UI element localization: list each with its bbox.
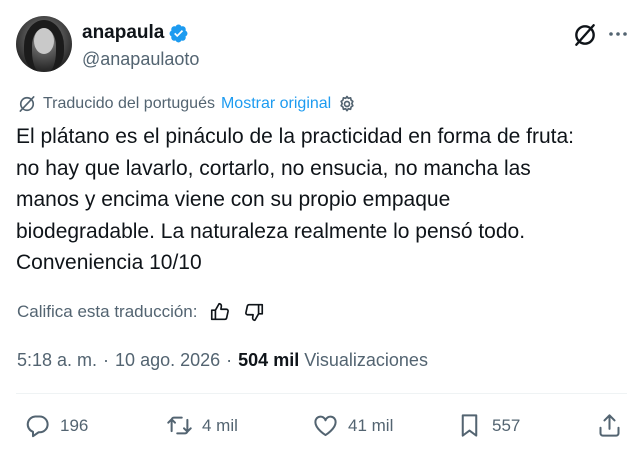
- show-original-link[interactable]: Mostrar original: [221, 95, 331, 113]
- action-bar: 196 4 mil 41 mil 557: [16, 412, 627, 448]
- grok-translate-icon: [19, 96, 35, 112]
- avatar[interactable]: [16, 16, 72, 72]
- views-label[interactable]: Visualizaciones: [304, 350, 428, 371]
- thumbs-up-icon[interactable]: [209, 301, 231, 323]
- display-name[interactable]: anapaula: [82, 22, 164, 44]
- like-count: 41 mil: [348, 415, 394, 435]
- bookmark-button[interactable]: 557: [456, 412, 520, 439]
- views-count[interactable]: 504 mil: [238, 350, 299, 371]
- meta-separator: ·: [103, 350, 110, 370]
- translation-bar: Traducido del portugués Mostrar original: [17, 94, 357, 114]
- divider: [16, 393, 627, 394]
- grok-icon[interactable]: [572, 22, 598, 48]
- heart-icon: [314, 415, 337, 437]
- avatar-face: [34, 28, 54, 54]
- reply-count: 196: [60, 415, 89, 435]
- tweet-line: no hay que lavarlo, cortarlo, no ensucia…: [16, 156, 531, 180]
- tweet-meta: 5:18 a. m. · 10 ago. 2026 · 504 mil Visu…: [17, 350, 428, 371]
- tweet-text: El plátano es el pináculo de la practici…: [16, 121, 631, 279]
- tweet-date[interactable]: 10 ago. 2026: [115, 350, 220, 371]
- repost-icon: [167, 416, 192, 435]
- tweet-line: Conveniencia 10/10: [16, 251, 202, 275]
- repost-count: 4 mil: [202, 415, 238, 435]
- reply-icon: [26, 415, 49, 438]
- tweet-header: anapaula @anapaulaoto: [16, 16, 627, 72]
- verified-badge-icon[interactable]: [168, 23, 189, 44]
- like-button[interactable]: 41 mil: [312, 412, 393, 439]
- reply-button[interactable]: 196: [24, 412, 88, 439]
- bookmark-icon: [461, 414, 478, 437]
- tweet-time[interactable]: 5:18 a. m.: [17, 350, 97, 371]
- thumbs-down-icon[interactable]: [243, 301, 265, 323]
- gear-icon[interactable]: [337, 94, 357, 114]
- more-dots-icon[interactable]: [606, 22, 630, 46]
- rate-translation-label: Califica esta traducción:: [17, 302, 198, 321]
- bookmark-count: 557: [492, 415, 521, 435]
- translated-label: Traducido del portugués: [43, 95, 215, 112]
- tweet-line: El plátano es el pináculo de la practici…: [16, 125, 575, 148]
- share-icon: [599, 414, 620, 437]
- tweet-line: manos y encima viene con su propio empaq…: [16, 188, 451, 212]
- share-button[interactable]: [596, 412, 623, 439]
- meta-separator: ·: [226, 350, 233, 370]
- repost-button[interactable]: 4 mil: [166, 412, 238, 439]
- name-row: anapaula: [82, 22, 189, 44]
- user-handle[interactable]: @anapaulaoto: [82, 49, 199, 70]
- tweet-line: biodegradable. La naturaleza realmente l…: [16, 219, 526, 243]
- rate-translation: Califica esta traducción:: [17, 301, 265, 323]
